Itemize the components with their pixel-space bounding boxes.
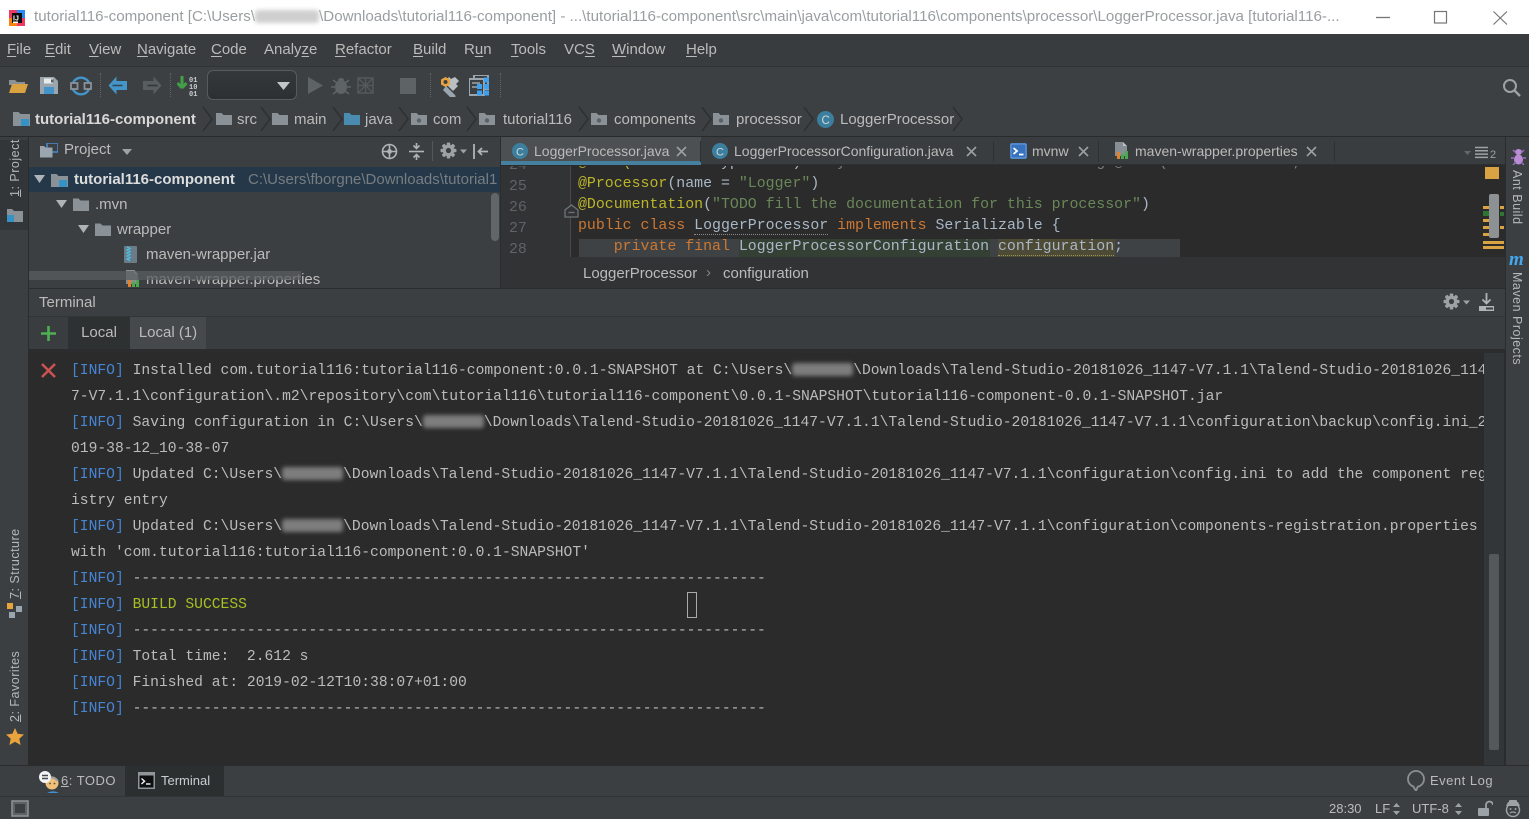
svg-text:C: C bbox=[516, 147, 524, 159]
svg-text:m: m bbox=[1509, 250, 1524, 267]
svg-text:C: C bbox=[822, 115, 830, 127]
svg-text:C: C bbox=[716, 147, 724, 159]
svg-text:IJ: IJ bbox=[13, 16, 19, 23]
svg-text:2: 2 bbox=[1490, 149, 1496, 159]
svg-text:01: 01 bbox=[189, 91, 197, 97]
